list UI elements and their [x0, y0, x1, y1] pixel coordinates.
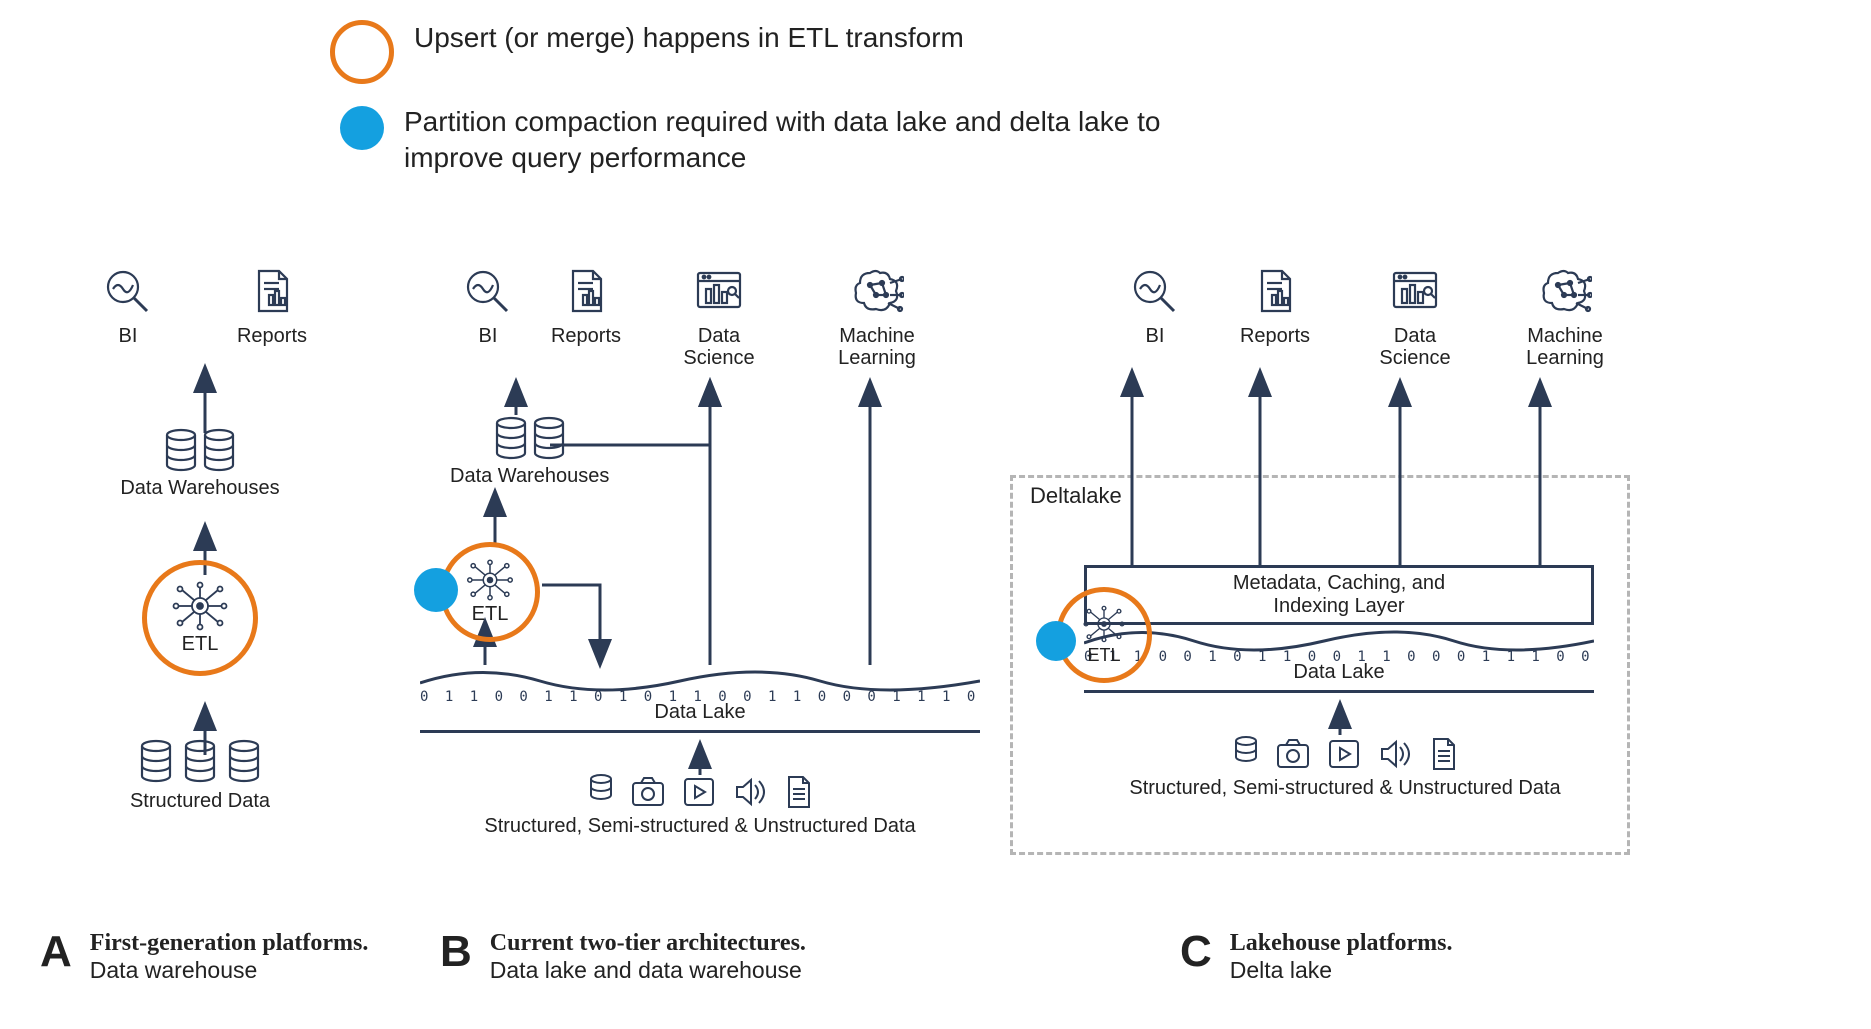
label-data-science: Data Science: [683, 325, 754, 369]
panel-c: BI Reports Data Science Machine Learning…: [1040, 265, 1650, 813]
data-warehouse-icons: [163, 427, 237, 473]
legend-item-compaction: Partition compaction required with data …: [330, 104, 1164, 177]
video-icon: [1326, 735, 1362, 771]
data-science-icon: [692, 265, 746, 319]
captions: A First-generation platforms. Data wareh…: [40, 930, 1831, 984]
label-mixed-sources: Structured, Semi-structured & Unstructur…: [1129, 777, 1560, 800]
caption-c-title: Lakehouse platforms.: [1230, 930, 1453, 957]
caption-b-sub: Data lake and data warehouse: [490, 957, 806, 984]
metadata-layer: Metadata, Caching, and Indexing Layer: [1084, 565, 1594, 625]
caption-a-letter: A: [40, 930, 72, 974]
etl-orange-ring-icon: [142, 560, 258, 676]
database-icon: [182, 738, 218, 784]
reports-icon: [1248, 265, 1302, 319]
audio-icon: [1376, 735, 1412, 771]
arrow-src-to-lake: [690, 739, 710, 775]
app-data-science: Data Science: [1355, 265, 1475, 369]
label-structured-data: Structured Data: [130, 790, 270, 813]
database-icon: [201, 427, 237, 473]
caption-a-title: First-generation platforms.: [90, 930, 369, 957]
caption-b-letter: B: [440, 930, 472, 974]
label-ml: Machine Learning: [1526, 325, 1604, 369]
database-icon: [226, 738, 262, 784]
app-data-science: Data Science: [649, 265, 789, 369]
orange-circle-icon: [330, 20, 394, 84]
legend-upsert-text: Upsert (or merge) happens in ETL transfo…: [414, 20, 964, 56]
label-reports: Reports: [237, 325, 307, 347]
label-deltalake: Deltalake: [1030, 483, 1122, 509]
panel-a: BI Reports Data Warehouses ETL: [40, 265, 360, 813]
data-science-icon: [1388, 265, 1442, 319]
mixed-source-icons: [587, 773, 813, 809]
bi-icon: [101, 265, 155, 319]
document-icon: [1426, 735, 1458, 771]
mixed-source-icons: [1232, 735, 1458, 771]
data-warehouse-icons: [493, 415, 567, 461]
label-reports: Reports: [1240, 325, 1310, 347]
caption-b-title: Current two-tier architectures.: [490, 930, 806, 957]
etl-node: ETL: [140, 558, 260, 678]
label-ml: Machine Learning: [838, 325, 916, 369]
reports-icon: [245, 265, 299, 319]
caption-c: C Lakehouse platforms. Delta lake: [1180, 930, 1680, 984]
caption-b: B Current two-tier architectures. Data l…: [440, 930, 1000, 984]
caption-a: A First-generation platforms. Data wareh…: [40, 930, 380, 984]
app-reports: Reports: [541, 265, 631, 347]
database-icon: [1232, 735, 1260, 765]
camera-icon: [629, 773, 667, 807]
compaction-blue-dot-icon: [1036, 621, 1076, 661]
database-icon: [531, 415, 567, 461]
label-data-science: Data Science: [1379, 325, 1450, 369]
label-bi: BI: [119, 325, 138, 347]
database-icon: [163, 427, 199, 473]
document-icon: [781, 773, 813, 809]
legend-compaction-text: Partition compaction required with data …: [404, 104, 1164, 177]
database-icon: [138, 738, 174, 784]
app-bi: BI: [73, 265, 183, 347]
structured-source-icons: [138, 738, 262, 784]
caption-a-sub: Data warehouse: [90, 957, 369, 984]
database-icon: [587, 773, 615, 803]
app-bi: BI: [1115, 265, 1195, 347]
caption-c-letter: C: [1180, 930, 1212, 974]
app-ml: Machine Learning: [807, 265, 947, 369]
label-data-lake: Data Lake: [1084, 661, 1594, 684]
label-bi: BI: [1146, 325, 1165, 347]
caption-c-sub: Delta lake: [1230, 957, 1453, 984]
label-data-warehouses: Data Warehouses: [450, 465, 609, 488]
label-reports: Reports: [551, 325, 621, 347]
ml-icon: [850, 265, 904, 319]
legend: Upsert (or merge) happens in ETL transfo…: [330, 20, 1164, 197]
ml-icon: [1538, 265, 1592, 319]
bi-icon: [461, 265, 515, 319]
video-icon: [681, 773, 717, 809]
bi-icon: [1128, 265, 1182, 319]
app-reports: Reports: [217, 265, 327, 347]
label-bi: BI: [479, 325, 498, 347]
legend-item-upsert: Upsert (or merge) happens in ETL transfo…: [330, 20, 1164, 84]
compaction-blue-dot-icon: [414, 568, 458, 612]
reports-icon: [559, 265, 613, 319]
app-reports: Reports: [1225, 265, 1325, 347]
blue-dot-icon: [340, 106, 384, 150]
arrow-dw-to-apps: [195, 363, 215, 433]
label-data-lake: Data Lake: [420, 701, 980, 724]
app-ml: Machine Learning: [1505, 265, 1625, 369]
label-data-warehouses: Data Warehouses: [120, 477, 279, 500]
label-mixed-sources: Structured, Semi-structured & Unstructur…: [484, 815, 915, 838]
app-bi: BI: [453, 265, 523, 347]
camera-icon: [1274, 735, 1312, 769]
audio-icon: [731, 773, 767, 809]
panel-b: BI Reports Data Science Machine Learning: [420, 265, 980, 813]
database-icon: [493, 415, 529, 461]
